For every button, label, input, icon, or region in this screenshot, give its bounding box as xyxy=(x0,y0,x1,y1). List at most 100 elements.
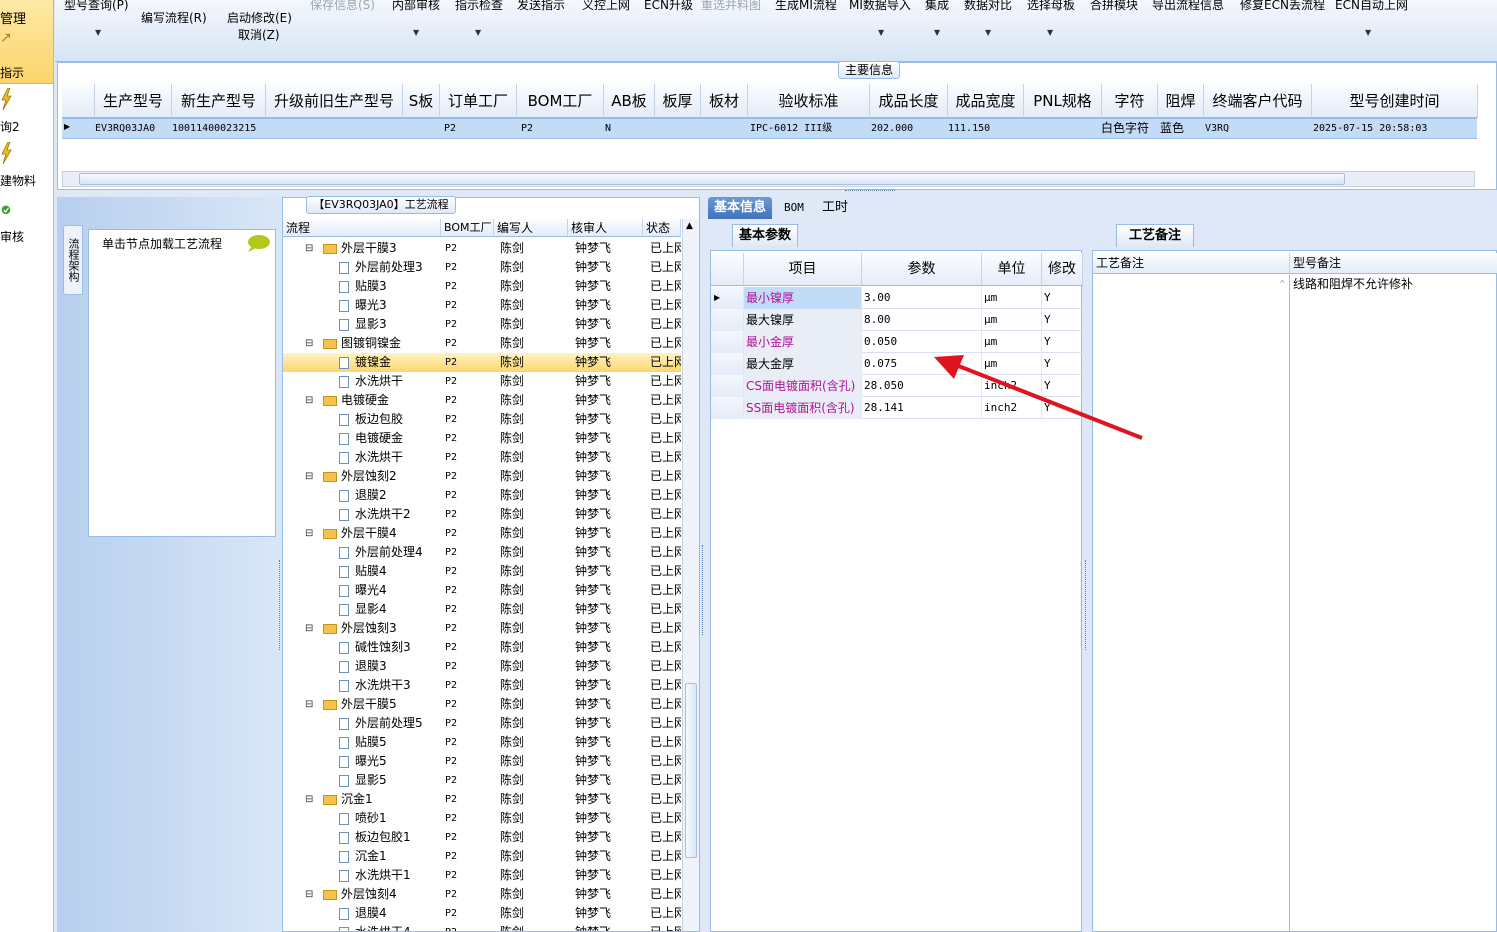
table-cell[interactable]: P2 xyxy=(441,118,518,139)
save-info-button[interactable]: 保存信息(S) xyxy=(310,0,375,13)
splitter-handle[interactable] xyxy=(702,545,705,635)
tree-row[interactable]: ⊟ 电镀硬金 P2 陈剑 钟梦飞 已上网 xyxy=(283,391,681,410)
tree-row[interactable]: ⊟ 沉金1 P2 陈剑 钟梦飞 已上网 xyxy=(283,790,681,809)
tree-row[interactable]: ⊟ 外层干膜5 P2 陈剑 钟梦飞 已上网 xyxy=(283,695,681,714)
tree-row[interactable]: 退膜4 P2 陈剑 钟梦飞 已上网 xyxy=(283,904,681,923)
edit-flow-button[interactable]: 编写流程(R) xyxy=(141,9,207,26)
column-header[interactable]: 阻焊 xyxy=(1158,84,1204,118)
tab-process-notes[interactable]: 工艺备注 xyxy=(1116,224,1195,247)
collapse-toggle-icon[interactable]: ⊟ xyxy=(305,334,313,353)
tree-row[interactable]: 水洗烘干 P2 陈剑 钟梦飞 已上网 xyxy=(283,372,681,391)
column-header[interactable]: 生产型号 xyxy=(95,84,172,118)
column-header[interactable]: 字符 xyxy=(1102,84,1158,118)
scroll-up-icon[interactable]: ^ xyxy=(1279,279,1286,288)
column-header[interactable]: 修改 xyxy=(1042,253,1083,286)
column-header[interactable]: S板 xyxy=(403,84,440,118)
chevron-down-icon[interactable]: ▼ xyxy=(1047,28,1053,37)
column-header[interactable]: 参数 xyxy=(862,253,982,286)
tree-row[interactable]: 曝光4 P2 陈剑 钟梦飞 已上网 xyxy=(283,581,681,600)
tree-row[interactable]: 水洗烘干4 P2 陈剑钟梦飞已上网 xyxy=(283,923,681,931)
tree-row[interactable]: ⊟ 外层蚀刻4 P2 陈剑 钟梦飞 已上网 xyxy=(283,885,681,904)
collapse-toggle-icon[interactable]: ⊟ xyxy=(305,524,313,543)
vertical-scrollbar[interactable]: ▲ xyxy=(682,219,699,931)
column-header[interactable]: 流程 xyxy=(283,219,441,237)
export-flow-info-button[interactable]: 导出流程信息 xyxy=(1152,0,1224,13)
tree-row[interactable]: 碱性蚀刻3 P2 陈剑 钟梦飞 已上网 xyxy=(283,638,681,657)
nav-selected-item[interactable]: 管理 ↗ 指示 xyxy=(0,0,53,84)
data-compare-button[interactable]: 数据对比 xyxy=(964,0,1012,13)
merge-module-button[interactable]: 合拼模块 xyxy=(1090,0,1138,13)
tree-row[interactable]: 贴膜3 P2 陈剑 钟梦飞 已上网 xyxy=(283,277,681,296)
integrate-button[interactable]: 集成 xyxy=(925,0,949,13)
table-cell[interactable]: V3RQ xyxy=(1202,118,1302,139)
row-selector[interactable] xyxy=(711,375,744,397)
param-cell-value[interactable]: 3.00 xyxy=(862,287,982,309)
column-header[interactable]: PNL规格 xyxy=(1024,84,1102,118)
online-button[interactable]: 义控上网 xyxy=(582,0,630,13)
splitter-handle[interactable] xyxy=(1085,560,1088,650)
table-cell[interactable]: 10011400023215 xyxy=(169,118,265,139)
column-header[interactable]: 升级前旧生产型号 xyxy=(266,84,403,118)
tab-basic-params[interactable]: 基本参数 xyxy=(732,224,799,247)
column-header[interactable]: BOM工厂 xyxy=(517,84,604,118)
row-selector[interactable] xyxy=(711,309,744,331)
nav-item-create-material[interactable]: 建物料 xyxy=(0,142,53,202)
tree-row[interactable]: 外层前处理4 P2 陈剑 钟梦飞 已上网 xyxy=(283,543,681,562)
tree-row[interactable]: 水洗烘干3 P2 陈剑 钟梦飞 已上网 xyxy=(283,676,681,695)
row-selector[interactable] xyxy=(711,353,744,375)
row-selector[interactable] xyxy=(711,397,744,419)
column-header[interactable]: 工艺备注 xyxy=(1093,253,1290,274)
model-note-text[interactable]: 线路和阻焊不允许修补 xyxy=(1293,275,1493,295)
nav-item-query2[interactable]: 询2 xyxy=(0,88,53,148)
horizontal-scrollbar[interactable] xyxy=(62,171,1475,187)
tree-row[interactable]: 贴膜5 P2 陈剑 钟梦飞 已上网 xyxy=(283,733,681,752)
tab-flow-structure[interactable]: 流程架构 xyxy=(63,225,83,295)
repair-ecn-flow-button[interactable]: 修复ECN丢流程 xyxy=(1240,0,1325,13)
table-cell[interactable]: 蓝色 xyxy=(1157,118,1201,139)
tab-basic-info[interactable]: 基本信息 xyxy=(708,197,773,219)
generate-mi-flow-button[interactable]: 生成MI流程 xyxy=(775,0,837,13)
tree-row[interactable]: 沉金1 P2 陈剑 钟梦飞 已上网 xyxy=(283,847,681,866)
table-cell[interactable]: 2025-07-15 20:58:03 xyxy=(1310,118,1476,139)
tree-row[interactable]: ⊟ 外层蚀刻2 P2 陈剑 钟梦飞 已上网 xyxy=(283,467,681,486)
param-cell-value[interactable]: 8.00 xyxy=(862,309,982,331)
tree-row[interactable]: 电镀硬金 P2 陈剑 钟梦飞 已上网 xyxy=(283,429,681,448)
ecn-upgrade-button[interactable]: ECN升级 xyxy=(644,0,693,13)
send-instruction-button[interactable]: 发送指示 xyxy=(517,0,565,13)
collapse-toggle-icon[interactable]: ⊟ xyxy=(305,695,313,714)
tree-row[interactable]: 喷砂1 P2 陈剑 钟梦飞 已上网 xyxy=(283,809,681,828)
tree-row[interactable]: 外层前处理3 P2 陈剑 钟梦飞 已上网 xyxy=(283,258,681,277)
column-header[interactable]: 成品长度 xyxy=(870,84,948,118)
tree-row[interactable]: 板边包胶1 P2 陈剑 钟梦飞 已上网 xyxy=(283,828,681,847)
collapse-toggle-icon[interactable]: ⊟ xyxy=(305,391,313,410)
row-selector[interactable]: ▶ xyxy=(711,287,744,309)
tree-row[interactable]: 显影3 P2 陈剑 钟梦飞 已上网 xyxy=(283,315,681,334)
column-header[interactable]: 订单工厂 xyxy=(440,84,517,118)
column-header[interactable]: 终端客户代码 xyxy=(1204,84,1312,118)
column-header[interactable]: 核审人 xyxy=(568,219,643,237)
collapse-toggle-icon[interactable]: ⊟ xyxy=(305,467,313,486)
scrollbar-thumb[interactable] xyxy=(685,683,697,858)
mi-data-import-button[interactable]: MI数据导入 xyxy=(849,0,911,13)
table-cell[interactable]: 111.150 xyxy=(945,118,1021,139)
tree-row[interactable]: 外层前处理5 P2 陈剑 钟梦飞 已上网 xyxy=(283,714,681,733)
chevron-down-icon[interactable]: ▼ xyxy=(985,28,991,37)
chevron-down-icon[interactable]: ▼ xyxy=(878,28,884,37)
scroll-up-icon[interactable]: ▲ xyxy=(686,221,693,231)
table-cell[interactable]: N xyxy=(602,118,642,139)
column-header[interactable]: 板厚 xyxy=(655,84,701,118)
tree-row[interactable]: 水洗烘干 P2 陈剑 钟梦飞 已上网 xyxy=(283,448,681,467)
row-selector[interactable] xyxy=(711,331,744,353)
tree-row[interactable]: 曝光3 P2 陈剑 钟梦飞 已上网 xyxy=(283,296,681,315)
reselect-material-button[interactable]: 重选并料图 xyxy=(701,0,761,13)
tab-work-hours[interactable]: 工时 xyxy=(816,197,854,219)
tree-row[interactable]: ⊟ 外层干膜3 P2 陈剑 钟梦飞 已上网 xyxy=(283,239,681,258)
tree-row[interactable]: 退膜3 P2 陈剑 钟梦飞 已上网 xyxy=(283,657,681,676)
tree-row[interactable]: 镀镍金 P2 陈剑 钟梦飞 已上网 xyxy=(283,353,681,372)
param-row[interactable]: ▶ 最小镍厚 3.00 μm Y xyxy=(711,287,1083,309)
tab-bom[interactable]: BOM xyxy=(778,197,810,219)
param-row[interactable]: 最大镍厚 8.00 μm Y xyxy=(711,309,1083,331)
splitter-handle[interactable] xyxy=(279,560,282,650)
column-header[interactable]: 验收标准 xyxy=(748,84,870,118)
tree-row[interactable]: ⊟ 外层干膜4 P2 陈剑 钟梦飞 已上网 xyxy=(283,524,681,543)
